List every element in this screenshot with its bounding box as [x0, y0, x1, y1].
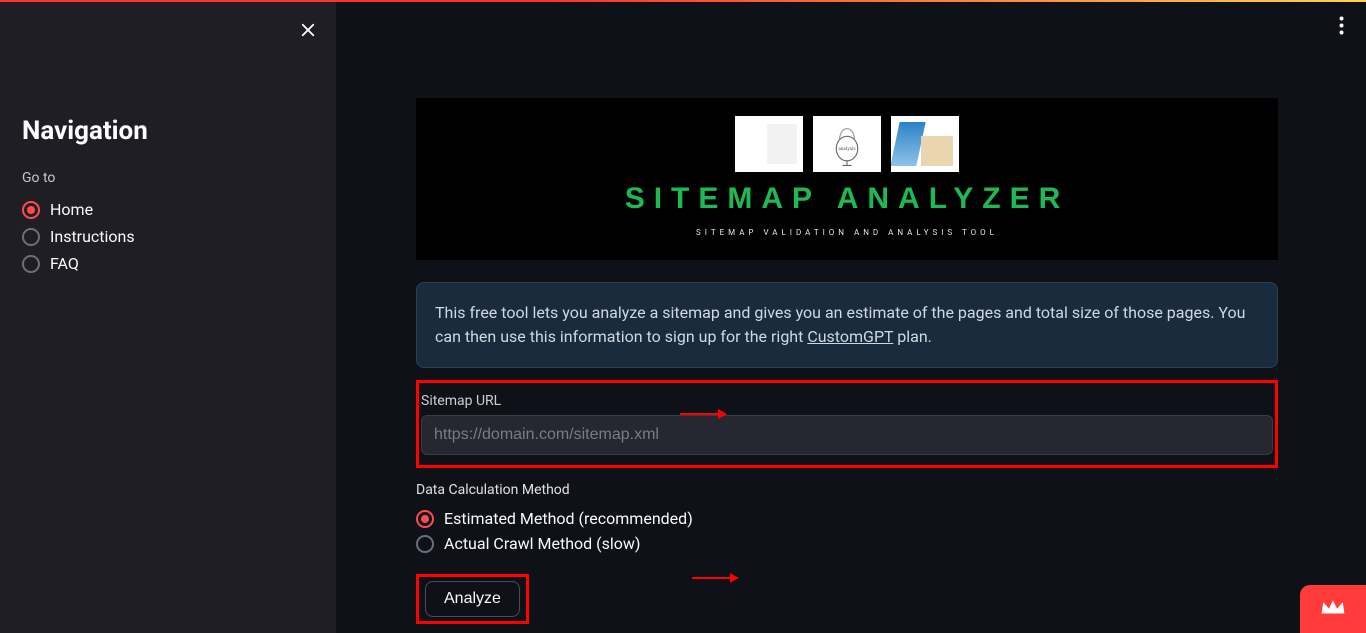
app-container: Navigation Go to Home Instructions FAQ [0, 0, 1366, 633]
more-options-button[interactable] [1339, 16, 1344, 39]
info-text-after: plan. [893, 327, 932, 346]
sidebar-goto-label: Go to [22, 170, 314, 186]
method-options: Estimated Method (recommended) Actual Cr… [416, 506, 1278, 556]
annotation-arrow-2 [692, 573, 739, 583]
customgpt-link[interactable]: CustomGPT [807, 327, 893, 346]
method-label: Data Calculation Method [416, 482, 1278, 498]
banner-thumbs: analysis [735, 116, 959, 172]
banner-thumb-1 [735, 116, 803, 172]
method-option-estimated[interactable]: Estimated Method (recommended) [416, 506, 1278, 531]
bulb-label: analysis [838, 146, 855, 152]
method-option-label: Actual Crawl Method (slow) [444, 534, 641, 553]
sidebar-item-label: Instructions [50, 227, 135, 246]
sidebar-item-faq[interactable]: FAQ [22, 250, 314, 277]
arrow-head-icon [718, 409, 727, 419]
sidebar-item-home[interactable]: Home [22, 196, 314, 223]
method-option-actual[interactable]: Actual Crawl Method (slow) [416, 531, 1278, 556]
sitemap-url-label: Sitemap URL [421, 393, 1273, 409]
info-box: This free tool lets you analyze a sitema… [416, 282, 1278, 368]
banner-image: analysis SITEMAP ANALYZER SITEMAP VALIDA… [416, 98, 1278, 260]
banner-subtitle: SITEMAP VALIDATION AND ANALYSIS TOOL [696, 228, 998, 237]
close-icon [299, 21, 317, 43]
annotation-arrow-1 [680, 409, 727, 419]
sidebar-title: Navigation [22, 116, 314, 146]
analyze-annotation-box: Analyze [416, 574, 529, 624]
radio-icon [416, 510, 434, 528]
content-column: analysis SITEMAP ANALYZER SITEMAP VALIDA… [416, 98, 1278, 633]
arrow-head-icon [730, 573, 739, 583]
analyze-button[interactable]: Analyze [425, 581, 520, 617]
sidebar-item-label: Home [50, 200, 93, 219]
top-accent-bar [0, 0, 1366, 2]
radio-icon [22, 255, 40, 273]
sidebar-item-label: FAQ [50, 254, 79, 273]
sidebar: Navigation Go to Home Instructions FAQ [0, 2, 336, 633]
method-option-label: Estimated Method (recommended) [444, 509, 693, 528]
banner-thumb-3 [891, 116, 959, 172]
radio-icon [22, 228, 40, 246]
main-content: analysis SITEMAP ANALYZER SITEMAP VALIDA… [336, 2, 1366, 633]
crown-icon [1320, 597, 1346, 621]
more-vertical-icon [1339, 20, 1344, 39]
sidebar-close-button[interactable] [296, 20, 320, 44]
banner-thumb-2: analysis [813, 116, 881, 172]
crown-widget-button[interactable] [1300, 585, 1366, 633]
radio-icon [22, 201, 40, 219]
radio-icon [416, 535, 434, 553]
banner-title: SITEMAP ANALYZER [625, 182, 1070, 216]
sitemap-url-input[interactable] [421, 415, 1273, 455]
arrow-shaft [680, 413, 718, 415]
sitemap-url-annotation-box: Sitemap URL [416, 380, 1278, 468]
sidebar-item-instructions[interactable]: Instructions [22, 223, 314, 250]
arrow-shaft [692, 577, 730, 579]
